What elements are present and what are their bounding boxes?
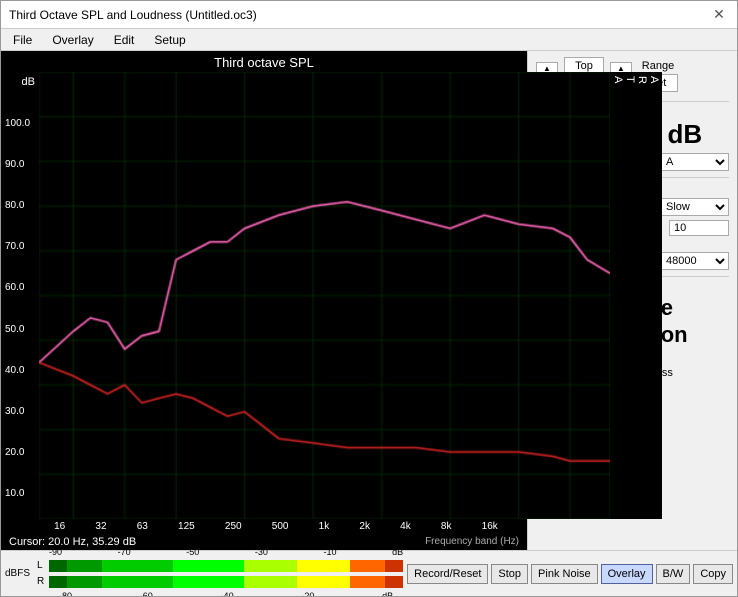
cursor-info: Cursor: 20.0 Hz, 35.29 dB Frequency band…	[1, 534, 527, 550]
y-unit: dB	[5, 76, 37, 88]
user-integr-input[interactable]	[669, 220, 729, 236]
x-axis-area: 16 32 63 125 250 500 1k 2k 4k 8k 16k	[1, 519, 527, 534]
sampling-rate-select[interactable]: 44100 48000 96000	[659, 252, 729, 270]
time-select[interactable]: Slow Fast Impulse	[659, 198, 729, 216]
menu-bar: File Overlay Edit Setup	[1, 29, 737, 51]
arta-watermark: ARTA	[610, 72, 662, 519]
pink-noise-button[interactable]: Pink Noise	[531, 564, 598, 584]
cursor-text: Cursor: 20.0 Hz, 35.29 dB	[9, 536, 136, 548]
l-channel-label: L	[37, 560, 47, 571]
r-meter-bar	[49, 576, 403, 588]
menu-overlay[interactable]: Overlay	[48, 31, 97, 49]
chart-container: dB 100.0 90.0 80.0 70.0 60.0 50.0 40.0 3…	[1, 72, 527, 519]
stop-button[interactable]: Stop	[491, 564, 528, 584]
window-title: Third Octave SPL and Loudness (Untitled.…	[9, 8, 257, 22]
freq-band-label: Frequency band (Hz)	[425, 536, 519, 548]
title-bar: Third Octave SPL and Loudness (Untitled.…	[1, 1, 737, 29]
l-meter-row: L	[37, 559, 403, 573]
menu-edit[interactable]: Edit	[110, 31, 139, 49]
level-meter: -90 -70 -50 -30 -10 dB L	[37, 547, 403, 597]
action-buttons: Record/Reset Stop Pink Noise Overlay B/W…	[407, 564, 733, 584]
dbfs-label: dBFS	[5, 568, 33, 579]
r-channel-label: R	[37, 576, 47, 587]
range-label: Range	[642, 60, 674, 72]
r-meter-row: R	[37, 575, 403, 589]
freq-weighting-select[interactable]: A B C Z	[659, 153, 729, 171]
bottom-bar: dBFS -90 -70 -50 -30 -10 dB L	[1, 550, 737, 596]
chart-plot-area[interactable]: ARTA	[39, 72, 662, 519]
x-axis-labels: 16 32 63 125 250 500 1k 2k 4k 8k 16k	[39, 521, 527, 532]
y-axis-labels: dB 100.0 90.0 80.0 70.0 60.0 50.0 40.0 3…	[1, 72, 39, 519]
main-window: Third Octave SPL and Loudness (Untitled.…	[0, 0, 738, 597]
close-button[interactable]: ✕	[709, 5, 729, 25]
record-reset-button[interactable]: Record/Reset	[407, 564, 488, 584]
menu-setup[interactable]: Setup	[150, 31, 189, 49]
chart-title: Third octave SPL	[1, 51, 527, 72]
bw-button[interactable]: B/W	[656, 564, 691, 584]
main-content: Third octave SPL dB 100.0 90.0 80.0 70.0…	[1, 51, 737, 550]
menu-file[interactable]: File	[9, 31, 36, 49]
copy-button[interactable]: Copy	[693, 564, 733, 584]
overlay-button[interactable]: Overlay	[601, 564, 653, 584]
chart-area: Third octave SPL dB 100.0 90.0 80.0 70.0…	[1, 51, 527, 550]
l-meter-bar	[49, 560, 403, 572]
